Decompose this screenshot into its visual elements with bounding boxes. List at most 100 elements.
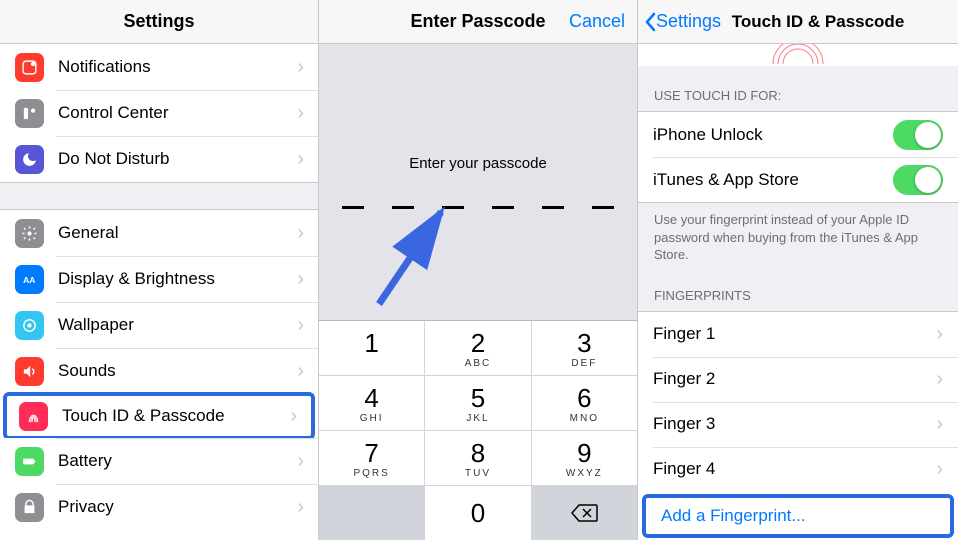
chevron-right-icon: › bbox=[297, 315, 318, 335]
chevron-right-icon: › bbox=[290, 406, 311, 426]
fingerprint-row[interactable]: Finger 1› bbox=[638, 312, 958, 357]
chevron-right-icon: › bbox=[936, 414, 943, 434]
keypad-key-6[interactable]: 6MNO bbox=[532, 376, 637, 430]
add-fingerprint-label: Add a Fingerprint... bbox=[661, 506, 935, 526]
key-letters: PQRS bbox=[353, 468, 389, 479]
key-letters: TUV bbox=[465, 468, 491, 479]
keypad-key-1[interactable]: 1 bbox=[319, 321, 424, 375]
settings-row-label: Do Not Disturb bbox=[58, 149, 297, 169]
key-number: 0 bbox=[471, 498, 485, 529]
fingerprint-row[interactable]: Finger 2› bbox=[638, 357, 958, 402]
passcode-dash bbox=[542, 206, 564, 209]
add-fingerprint-row[interactable]: Add a Fingerprint... bbox=[642, 494, 954, 538]
passcode-dash bbox=[392, 206, 414, 209]
keypad-blank bbox=[319, 486, 424, 540]
key-number: 3 bbox=[577, 328, 591, 359]
keypad-key-4[interactable]: 4GHI bbox=[319, 376, 424, 430]
cancel-button[interactable]: Cancel bbox=[569, 11, 625, 32]
toggle-row-itunes-app-store: iTunes & App Store bbox=[638, 157, 958, 202]
settings-row-touch[interactable]: Touch ID & Passcode› bbox=[3, 392, 315, 440]
chevron-right-icon: › bbox=[297, 269, 318, 289]
key-letters: ABC bbox=[465, 358, 492, 369]
sound-icon bbox=[15, 357, 44, 386]
settings-row-notif[interactable]: Notifications› bbox=[0, 44, 318, 90]
settings-row-dnd[interactable]: Do Not Disturb› bbox=[0, 136, 318, 182]
numeric-keypad: 1 2ABC3DEF4GHI5JKL6MNO7PQRS8TUV9WXYZ0 bbox=[319, 320, 637, 540]
passcode-prompt: Enter your passcode bbox=[409, 155, 547, 172]
disp-icon: AA bbox=[15, 265, 44, 294]
keypad-key-0[interactable]: 0 bbox=[425, 486, 530, 540]
passcode-entry-area: Enter your passcode bbox=[319, 44, 637, 320]
settings-row-batt[interactable]: Battery› bbox=[0, 438, 318, 484]
passcode-dash bbox=[442, 206, 464, 209]
settings-row-cc[interactable]: Control Center› bbox=[0, 90, 318, 136]
fingerprint-label: Finger 3 bbox=[653, 414, 936, 434]
settings-title: Settings bbox=[0, 11, 318, 32]
settings-row-label: Battery bbox=[58, 451, 297, 471]
fingerprint-label: Finger 4 bbox=[653, 459, 936, 479]
passcode-dashes bbox=[342, 206, 614, 209]
fingerprint-label: Finger 1 bbox=[653, 324, 936, 344]
key-number: 8 bbox=[471, 438, 485, 469]
toggle-switch[interactable] bbox=[893, 120, 943, 150]
settings-row-label: Notifications bbox=[58, 57, 297, 77]
settings-row-label: Touch ID & Passcode bbox=[62, 406, 290, 426]
notif-icon bbox=[15, 53, 44, 82]
fingerprint-row[interactable]: Finger 4› bbox=[638, 447, 958, 492]
fingerprint-label: Finger 2 bbox=[653, 369, 936, 389]
section-header-use-touchid: USE TOUCH ID FOR: bbox=[638, 66, 958, 112]
keypad-key-7[interactable]: 7PQRS bbox=[319, 431, 424, 485]
passcode-dash bbox=[492, 206, 514, 209]
gen-icon bbox=[15, 219, 44, 248]
batt-icon bbox=[15, 447, 44, 476]
passcode-header: Enter Passcode Cancel bbox=[319, 0, 637, 44]
chevron-right-icon: › bbox=[936, 324, 943, 344]
settings-row-label: General bbox=[58, 223, 297, 243]
chevron-right-icon: › bbox=[936, 369, 943, 389]
settings-row-disp[interactable]: AA Display & Brightness› bbox=[0, 256, 318, 302]
keypad-key-5[interactable]: 5JKL bbox=[425, 376, 530, 430]
keypad-backspace[interactable] bbox=[532, 486, 637, 540]
group-separator bbox=[0, 182, 318, 210]
chevron-right-icon: › bbox=[297, 361, 318, 381]
chevron-right-icon: › bbox=[297, 149, 318, 169]
key-number: 4 bbox=[364, 383, 378, 414]
key-letters: WXYZ bbox=[566, 468, 603, 479]
touchid-panel: Settings Touch ID & Passcode USE TOUCH I… bbox=[638, 0, 958, 540]
settings-row-label: Display & Brightness bbox=[58, 269, 297, 289]
toggle-switch[interactable] bbox=[893, 165, 943, 195]
settings-panel: Settings Notifications›Control Center›Do… bbox=[0, 0, 319, 540]
backspace-icon bbox=[570, 503, 598, 523]
settings-row-priv[interactable]: Privacy› bbox=[0, 484, 318, 530]
settings-header: Settings bbox=[0, 0, 318, 44]
keypad-key-9[interactable]: 9WXYZ bbox=[532, 431, 637, 485]
svg-text:AA: AA bbox=[23, 275, 35, 285]
touch-icon bbox=[19, 402, 48, 431]
settings-row-label: Wallpaper bbox=[58, 315, 297, 335]
keypad-key-2[interactable]: 2ABC bbox=[425, 321, 530, 375]
settings-row-sound[interactable]: Sounds› bbox=[0, 348, 318, 394]
cc-icon bbox=[15, 99, 44, 128]
toggle-label: iPhone Unlock bbox=[653, 125, 893, 145]
dnd-icon bbox=[15, 145, 44, 174]
touchid-title: Touch ID & Passcode bbox=[638, 12, 958, 32]
key-number: 1 bbox=[364, 328, 378, 359]
keypad-key-8[interactable]: 8TUV bbox=[425, 431, 530, 485]
passcode-dash bbox=[342, 206, 364, 209]
passcode-dash bbox=[592, 206, 614, 209]
settings-row-gen[interactable]: General› bbox=[0, 210, 318, 256]
settings-row-wall[interactable]: Wallpaper› bbox=[0, 302, 318, 348]
key-number: 6 bbox=[577, 383, 591, 414]
key-letters: JKL bbox=[466, 413, 489, 424]
keypad-key-3[interactable]: 3DEF bbox=[532, 321, 637, 375]
settings-row-label: Control Center bbox=[58, 103, 297, 123]
toggle-row-iphone-unlock: iPhone Unlock bbox=[638, 112, 958, 157]
key-number: 2 bbox=[471, 328, 485, 359]
settings-row-label: Sounds bbox=[58, 361, 297, 381]
key-number: 7 bbox=[364, 438, 378, 469]
fingerprint-graphic bbox=[638, 44, 958, 66]
chevron-right-icon: › bbox=[297, 57, 318, 77]
fingerprint-row[interactable]: Finger 3› bbox=[638, 402, 958, 447]
key-number: 5 bbox=[471, 383, 485, 414]
key-number: 9 bbox=[577, 438, 591, 469]
